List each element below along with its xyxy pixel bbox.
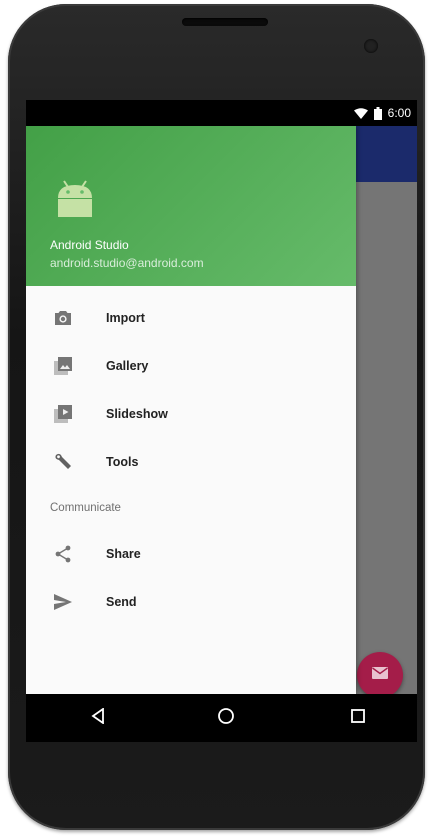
menu-item-tools[interactable]: Tools — [26, 438, 356, 486]
mail-icon — [372, 666, 388, 684]
fab-mail-button[interactable] — [357, 652, 403, 698]
android-logo-icon — [54, 178, 96, 218]
wrench-icon — [52, 451, 74, 473]
speaker-grille — [182, 18, 268, 26]
navigation-drawer: Android Studio android.studio@android.co… — [26, 126, 356, 694]
screen: 6:00 Android Studio android.studio@andro… — [26, 100, 417, 742]
phone-device: 6:00 Android Studio android.studio@andro… — [8, 4, 425, 830]
home-button[interactable] — [214, 706, 238, 730]
back-triangle-icon — [91, 706, 105, 729]
menu-item-send[interactable]: Send — [26, 578, 356, 626]
menu-item-label: Gallery — [106, 359, 149, 373]
menu-item-import[interactable]: Import — [26, 294, 356, 342]
system-nav-bar — [26, 694, 417, 742]
section-title: Communicate — [50, 502, 121, 514]
menu-item-label: Tools — [106, 455, 139, 469]
status-bar: 6:00 — [26, 100, 417, 126]
account-name: Android Studio — [50, 238, 129, 252]
back-button[interactable] — [86, 706, 110, 730]
recents-button[interactable] — [346, 706, 370, 730]
gallery-icon — [52, 355, 74, 377]
menu-item-slideshow[interactable]: Slideshow — [26, 390, 356, 438]
share-icon — [52, 543, 74, 565]
menu-item-label: Import — [106, 311, 145, 325]
menu-item-gallery[interactable]: Gallery — [26, 342, 356, 390]
recents-square-icon — [350, 708, 366, 729]
section-header-communicate: Communicate — [26, 486, 356, 530]
menu-item-label: Slideshow — [106, 407, 168, 421]
home-circle-icon — [217, 707, 235, 730]
send-icon — [52, 591, 74, 613]
battery-icon — [373, 106, 382, 120]
account-email: android.studio@android.com — [50, 256, 204, 270]
drawer-header: Android Studio android.studio@android.co… — [26, 126, 356, 286]
menu-item-label: Send — [106, 595, 137, 609]
wifi-icon — [353, 107, 368, 119]
menu-item-share[interactable]: Share — [26, 530, 356, 578]
camera-icon — [52, 307, 74, 329]
front-camera — [364, 39, 378, 53]
drawer-menu: Import Gallery Slideshow Tools Communica… — [26, 294, 356, 626]
status-time: 6:00 — [387, 106, 411, 120]
menu-item-label: Share — [106, 547, 141, 561]
slideshow-icon — [52, 403, 74, 425]
